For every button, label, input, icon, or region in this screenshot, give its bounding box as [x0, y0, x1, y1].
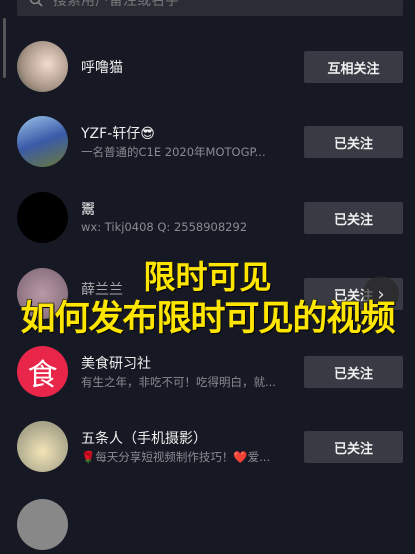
- user-name: 五条人（手机摄影）: [81, 431, 207, 447]
- user-name: 鬻: [81, 202, 95, 218]
- avatar: [17, 192, 68, 243]
- user-name: YZF-轩仔😎: [81, 126, 155, 142]
- following-button[interactable]: 已关注: [304, 126, 403, 158]
- list-item[interactable]: 食 美食研习社 有生之年，非吃不可！吃得明白，就... 已关注: [0, 341, 415, 401]
- user-desc: 一名普通的C1E 2020年MOTOGP...: [81, 145, 266, 159]
- avatar: [17, 41, 68, 92]
- avatar: [17, 421, 68, 472]
- overlay-subtitle: 如何发布限时可见的视频: [20, 298, 397, 340]
- avatar: 食: [17, 346, 68, 397]
- user-desc: wx: Tikj0408 Q: 2558908292: [81, 220, 248, 234]
- avatar: [17, 116, 68, 167]
- mutual-follow-button[interactable]: 互相关注: [304, 51, 403, 83]
- user-desc: 有生之年，非吃不可！吃得明白，就...: [81, 375, 276, 389]
- search-input[interactable]: 搜索用户备注或名字: [17, 0, 403, 16]
- user-name: 呼噜猫: [81, 60, 123, 76]
- search-icon: [29, 0, 43, 7]
- list-item[interactable]: YZF-轩仔😎 一名普通的C1E 2020年MOTOGP... 已关注: [0, 111, 415, 171]
- following-button[interactable]: 已关注: [304, 431, 403, 463]
- avatar: [17, 499, 68, 550]
- list-item[interactable]: 鬻 wx: Tikj0408 Q: 2558908292 已关注: [0, 187, 415, 247]
- following-button[interactable]: 已关注: [304, 356, 403, 388]
- user-desc: 🌹每天分享短视频制作技巧！❤️爱...: [81, 450, 271, 464]
- list-item[interactable]: 呼噜猫 互相关注: [0, 36, 415, 96]
- list-item[interactable]: [0, 494, 415, 554]
- user-name: 美食研习社: [81, 356, 151, 372]
- following-button[interactable]: 已关注: [304, 202, 403, 234]
- search-placeholder: 搜索用户备注或名字: [53, 0, 179, 9]
- list-item[interactable]: 五条人（手机摄影） 🌹每天分享短视频制作技巧！❤️爱... 已关注: [0, 416, 415, 476]
